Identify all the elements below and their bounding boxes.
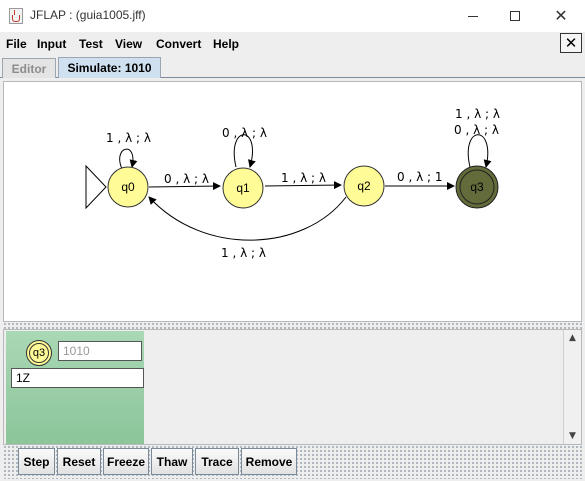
edge-q1-q2 [264, 181, 342, 190]
close-window-button[interactable]: ✕ [538, 0, 584, 32]
state-label-q3: q3 [470, 180, 484, 194]
stack-contents-field: 1Z [11, 368, 144, 388]
config-state-label: q3 [29, 343, 49, 363]
automaton-diagram: 1 , λ ; λ 0 , λ ; λ 0 , λ ; λ 1 , λ ; λ … [85, 107, 500, 260]
state-label-q0: q0 [121, 180, 135, 194]
trace-button[interactable]: Trace [195, 448, 239, 475]
close-tab-button[interactable]: ✕ [560, 33, 582, 53]
edge-label-q0-q0: 1 , λ ; λ [106, 131, 151, 145]
window-title: JFLAP : (guia1005.jff) [30, 8, 146, 22]
edge-label-q0-q1: 0 , λ ; λ [164, 172, 209, 186]
tab-strip: Editor Simulate: 1010 [0, 56, 585, 78]
menu-bar: File Input Test View Convert Help [0, 32, 585, 56]
remove-button[interactable]: Remove [241, 448, 297, 475]
config-state-badge: q3 [26, 340, 52, 366]
menu-input[interactable]: Input [37, 37, 66, 51]
pane-splitter[interactable] [3, 322, 582, 329]
edge-label-q3-q3-b: 0 , λ ; λ [454, 123, 499, 137]
initial-state-marker [85, 164, 107, 210]
edge-label-q2-q0: 1 , λ ; λ [221, 246, 266, 260]
reset-button[interactable]: Reset [57, 448, 101, 475]
state-label-q1: q1 [236, 181, 250, 195]
input-remaining-field: 1010 [58, 341, 142, 361]
title-bar: JFLAP : (guia1005.jff) ✕ [0, 0, 585, 32]
maximize-icon [510, 11, 520, 21]
edge-label-q3-q3-a: 1 , λ ; λ [455, 107, 500, 121]
state-q2[interactable]: q2 [343, 165, 385, 207]
tab-simulate[interactable]: Simulate: 1010 [58, 57, 161, 78]
edge-label-q1-q2: 1 , λ ; λ [281, 171, 326, 185]
simulation-pane: q3 1010 1Z ▲ ▼ [3, 329, 582, 445]
edge-q0-q0 [119, 148, 138, 170]
automaton-canvas[interactable]: 1 , λ ; λ 0 , λ ; λ 0 , λ ; λ 1 , λ ; λ … [3, 81, 582, 322]
menu-file[interactable]: File [6, 37, 27, 51]
vertical-scrollbar[interactable]: ▲ ▼ [563, 330, 581, 444]
edge-q0-q1 [148, 182, 221, 191]
state-q3[interactable]: q3 [455, 165, 499, 209]
tab-editor[interactable]: Editor [2, 58, 56, 78]
edge-q3-q3 [467, 134, 492, 168]
state-q0[interactable]: q0 [107, 166, 149, 208]
state-label-q2: q2 [357, 179, 371, 193]
scroll-down-icon[interactable]: ▼ [564, 428, 581, 444]
thaw-button[interactable]: Thaw [151, 448, 193, 475]
menu-help[interactable]: Help [213, 37, 239, 51]
configuration-card[interactable]: q3 1010 1Z [6, 331, 144, 444]
maximize-button[interactable] [492, 0, 538, 32]
minimize-icon [468, 15, 478, 17]
simulator-button-bar: Step Reset Freeze Thaw Trace Remove [3, 445, 582, 479]
scroll-up-icon[interactable]: ▲ [564, 330, 581, 346]
edge-label-q2-q3: 0 , λ ; 1 [397, 170, 443, 184]
edge-label-q1-q1: 0 , λ ; λ [222, 126, 267, 140]
menu-test[interactable]: Test [79, 37, 103, 51]
freeze-button[interactable]: Freeze [103, 448, 149, 475]
menu-convert[interactable]: Convert [156, 37, 201, 51]
close-tab-icon: ✕ [564, 34, 578, 52]
menu-view[interactable]: View [115, 37, 142, 51]
jflap-app-icon [9, 8, 23, 24]
minimize-button[interactable] [450, 0, 496, 32]
state-q1[interactable]: q1 [222, 167, 264, 209]
close-icon: ✕ [554, 6, 568, 25]
step-button[interactable]: Step [18, 448, 55, 475]
